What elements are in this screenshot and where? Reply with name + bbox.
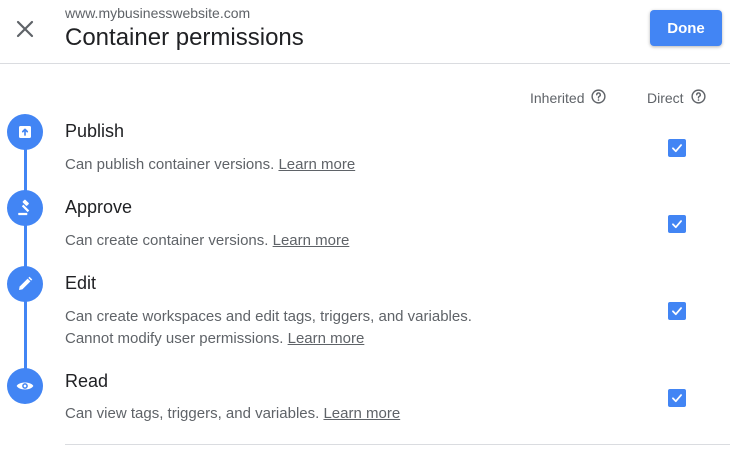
description-text: Can create workspaces and edit tags, tri… [65, 308, 472, 325]
permission-title: Approve [65, 197, 133, 217]
timeline-line [24, 132, 27, 386]
page-title: Container permissions [65, 24, 304, 51]
column-header-inherited: Inherited [530, 88, 607, 108]
permission-description: Can create workspaces and edit tags, tri… [65, 306, 472, 350]
description-text: Cannot modify user permissions. [65, 330, 284, 347]
learn-more-link[interactable]: Learn more [288, 330, 365, 347]
permission-title: Publish [65, 121, 125, 141]
description-text: Can publish container versions. [65, 156, 275, 173]
column-header-direct: Direct [647, 88, 707, 108]
description-text: Can view tags, triggers, and variables. [65, 405, 320, 422]
help-icon[interactable] [590, 88, 607, 108]
header: www.mybusinesswebsite.com Container perm… [0, 0, 730, 64]
done-button[interactable]: Done [650, 10, 722, 46]
learn-more-link[interactable]: Learn more [323, 405, 400, 422]
inherited-label: Inherited [530, 90, 585, 106]
direct-checkbox[interactable] [668, 389, 686, 407]
site-url: www.mybusinesswebsite.com [65, 5, 251, 21]
description-text: Can create container versions. [65, 232, 269, 249]
learn-more-link[interactable]: Learn more [273, 232, 350, 249]
permission-title: Read [65, 371, 109, 391]
permission-description: Can publish container versions. Learn mo… [65, 154, 355, 176]
eye-icon [7, 368, 43, 404]
help-icon[interactable] [690, 88, 707, 108]
permission-description: Can create container versions. Learn mor… [65, 230, 349, 252]
description-line-2: Cannot modify user permissions. Learn mo… [65, 328, 472, 350]
direct-label: Direct [647, 90, 684, 106]
direct-checkbox[interactable] [668, 302, 686, 320]
permission-title: Edit [65, 273, 97, 293]
divider [65, 444, 730, 445]
learn-more-link[interactable]: Learn more [278, 156, 355, 173]
direct-checkbox[interactable] [668, 139, 686, 157]
publish-icon [7, 114, 43, 150]
gavel-icon [7, 190, 43, 226]
direct-checkbox[interactable] [668, 215, 686, 233]
close-icon[interactable] [12, 16, 38, 42]
permission-description: Can view tags, triggers, and variables. … [65, 403, 400, 425]
pencil-icon [7, 266, 43, 302]
